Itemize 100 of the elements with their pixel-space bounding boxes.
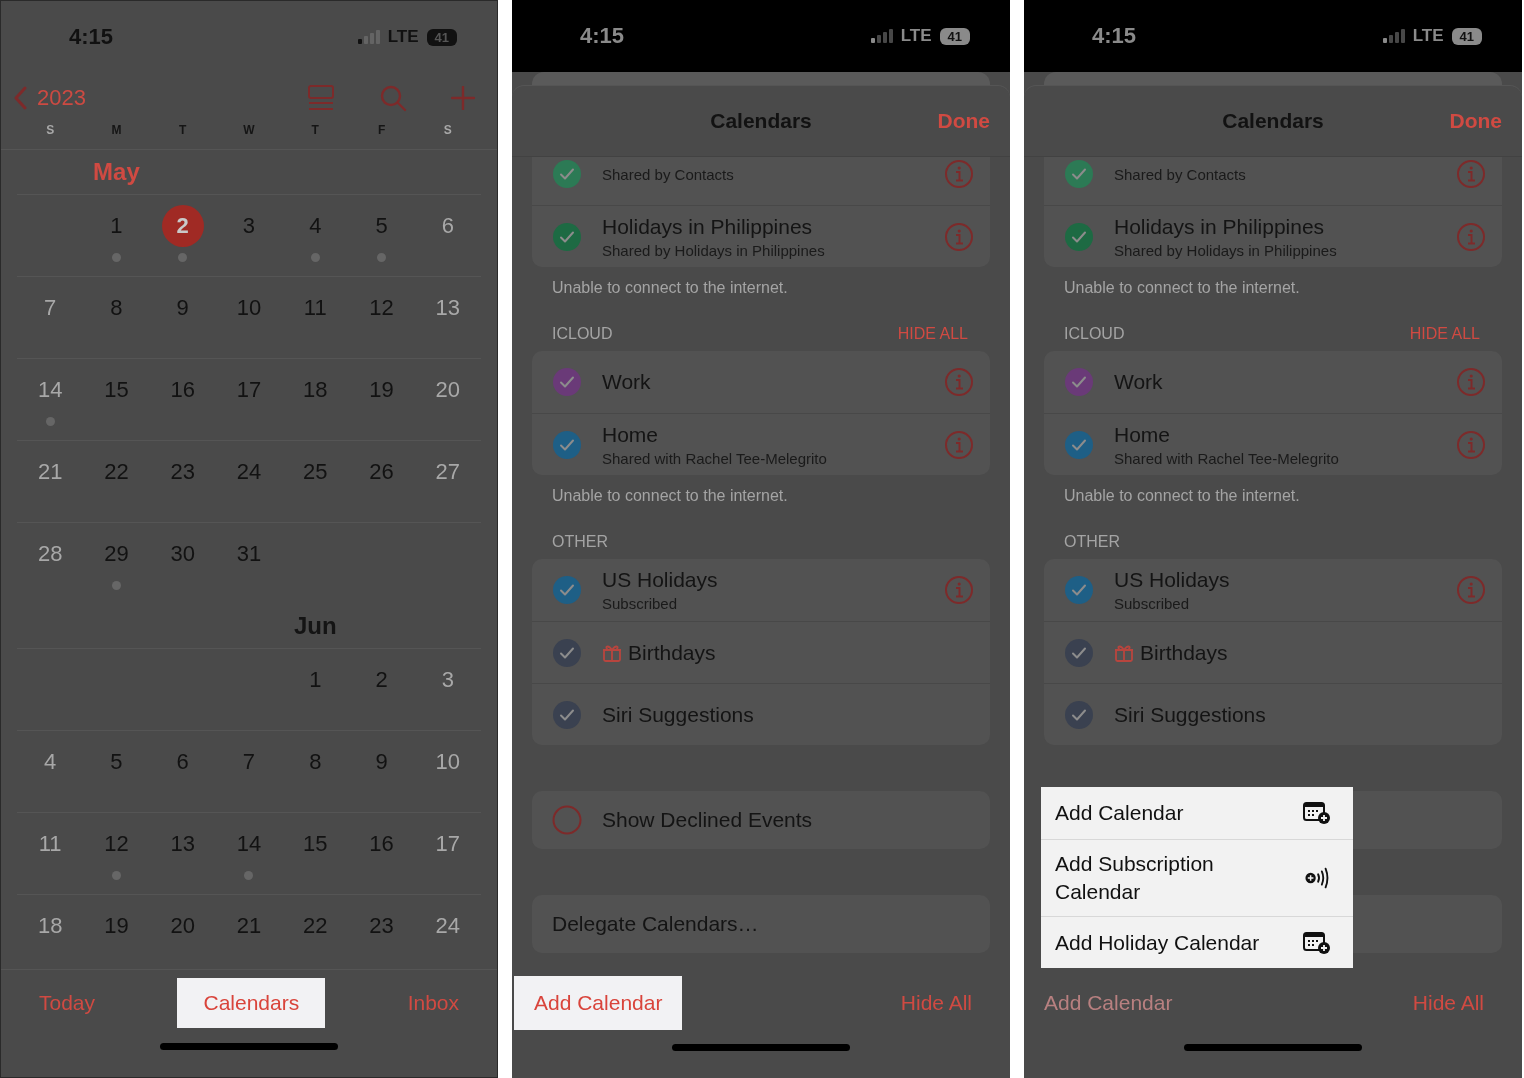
menu-item[interactable]: Add Subscription Calendar [1041, 839, 1353, 916]
day-number[interactable]: 28 [29, 533, 72, 575]
day-number[interactable]: 21 [29, 451, 72, 493]
checkmark-circle[interactable] [1064, 221, 1094, 252]
checkmark-circle[interactable] [1064, 367, 1094, 397]
info-icon[interactable] [1456, 367, 1486, 397]
day-number[interactable]: 23 [161, 451, 204, 493]
info-icon[interactable] [944, 221, 974, 252]
info-icon[interactable] [944, 575, 974, 605]
day-number[interactable]: 2 [161, 205, 204, 247]
day-number[interactable]: 29 [95, 533, 138, 575]
day-number[interactable]: 24 [426, 905, 469, 947]
back-button[interactable]: 2023 [13, 85, 86, 111]
day-number[interactable]: 16 [360, 823, 403, 865]
checkmark-circle[interactable] [552, 575, 582, 605]
day-number[interactable]: 10 [228, 287, 270, 329]
day-number[interactable]: 13 [161, 823, 204, 865]
day-number[interactable]: 6 [161, 741, 204, 783]
info-icon[interactable] [1456, 429, 1486, 460]
network-label: LTE [900, 26, 932, 46]
day-number[interactable]: 7 [228, 741, 270, 783]
info-icon[interactable] [1456, 159, 1486, 189]
checkmark-circle[interactable] [1064, 575, 1094, 605]
checkmark-circle[interactable] [1064, 637, 1094, 668]
menu-item[interactable]: Add Calendar [1041, 787, 1353, 839]
day-number[interactable]: 9 [360, 741, 403, 783]
day-number[interactable]: 11 [294, 287, 337, 329]
toolbar-button[interactable]: Hide All [1394, 978, 1502, 1028]
day-number[interactable]: 3 [228, 205, 270, 247]
day-number[interactable]: 9 [161, 287, 204, 329]
day-number[interactable]: 19 [95, 905, 138, 947]
menu-item[interactable]: Add Holiday Calendar [1041, 916, 1353, 968]
day-number[interactable]: 15 [95, 369, 138, 411]
section-header: OTHER [1064, 533, 1120, 551]
day-number[interactable]: 8 [294, 741, 337, 783]
day-number[interactable]: 1 [294, 659, 337, 701]
checkmark-circle[interactable] [552, 699, 582, 730]
day-number[interactable]: 11 [29, 823, 72, 865]
checkmark-circle[interactable] [552, 221, 582, 252]
day-number[interactable]: 5 [360, 205, 403, 247]
toolbar-button[interactable]: Calendars [177, 977, 326, 1028]
day-number[interactable]: 20 [426, 369, 469, 411]
day-number[interactable]: 21 [228, 905, 270, 947]
day-number[interactable]: 26 [360, 451, 403, 493]
info-icon[interactable] [944, 159, 974, 189]
day-number[interactable]: 13 [426, 287, 469, 329]
day-number[interactable]: 10 [426, 741, 469, 783]
done-button[interactable]: Done [1449, 109, 1502, 133]
day-number[interactable]: 14 [228, 823, 270, 865]
day-number[interactable]: 20 [161, 905, 204, 947]
info-icon[interactable] [944, 367, 974, 397]
day-number[interactable]: 1 [95, 205, 138, 247]
day-number[interactable]: 22 [294, 905, 337, 947]
day-number[interactable]: 3 [426, 659, 469, 701]
day-number[interactable]: 15 [294, 823, 337, 865]
day-number[interactable]: 17 [228, 369, 270, 411]
calendar-subtitle: Subscribed [602, 595, 679, 612]
toolbar-button[interactable]: Today [21, 977, 114, 1028]
day-number[interactable]: 25 [294, 451, 337, 493]
checkmark-circle[interactable] [552, 367, 582, 397]
hide-all-link[interactable]: HIDE ALL [897, 325, 968, 343]
day-number[interactable]: 7 [29, 287, 72, 329]
day-number[interactable]: 16 [161, 369, 204, 411]
day-number[interactable]: 18 [29, 905, 72, 947]
day-number[interactable]: 30 [161, 533, 204, 575]
toolbar-button[interactable]: Add Calendar [514, 976, 683, 1030]
day-number[interactable]: 2 [360, 659, 403, 701]
day-number[interactable]: 6 [426, 205, 469, 247]
day-number[interactable]: 18 [294, 369, 337, 411]
checkmark-circle[interactable] [552, 429, 582, 460]
day-number[interactable]: 27 [426, 451, 469, 493]
hide-all-link[interactable]: HIDE ALL [1409, 325, 1480, 343]
day-number[interactable]: 22 [95, 451, 138, 493]
day-number[interactable]: 31 [228, 533, 270, 575]
empty-circle[interactable] [552, 805, 582, 835]
info-icon[interactable] [1456, 575, 1486, 605]
day-number[interactable]: 19 [360, 369, 403, 411]
info-icon[interactable] [944, 429, 974, 460]
checkmark-circle[interactable] [1064, 159, 1094, 189]
day-number[interactable]: 17 [426, 823, 469, 865]
day-number[interactable]: 12 [95, 823, 138, 865]
toolbar-button[interactable]: Inbox [389, 977, 477, 1028]
signal-icon [1382, 29, 1405, 43]
checkmark-circle[interactable] [552, 637, 582, 668]
day-number[interactable]: 14 [29, 369, 72, 411]
list-row-button[interactable]: Delegate Calendars… [532, 895, 990, 953]
done-button[interactable]: Done [937, 109, 990, 133]
day-number[interactable]: 24 [228, 451, 270, 493]
day-number[interactable]: 4 [294, 205, 337, 247]
day-number[interactable]: 23 [360, 905, 403, 947]
checkmark-circle[interactable] [1064, 429, 1094, 460]
day-number[interactable]: 12 [360, 287, 403, 329]
day-number[interactable]: 5 [95, 741, 138, 783]
checkmark-circle[interactable] [1064, 699, 1094, 730]
checkmark-circle[interactable] [552, 159, 582, 189]
calendar-add-icon [1303, 801, 1331, 825]
info-icon[interactable] [1456, 221, 1486, 252]
day-number[interactable]: 4 [29, 741, 72, 783]
day-number[interactable]: 8 [95, 287, 138, 329]
toolbar-button[interactable]: Hide All [882, 978, 990, 1028]
